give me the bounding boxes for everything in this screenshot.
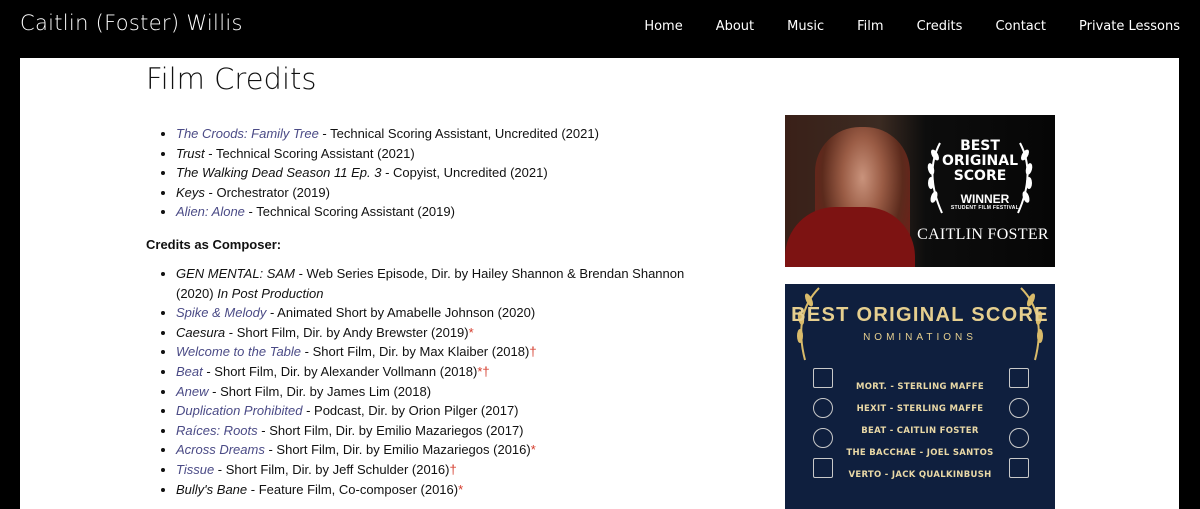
credit-item: The Croods: Family Tree - Technical Scor… [176,124,706,144]
credit-detail: - Short Film, Dir. by Andy Brewster (201… [225,324,469,340]
award-mark: † [529,344,537,360]
credit-detail: - Animated Short by Amabelle Johnson (20… [266,305,536,321]
nominations-image: BEST ORIGINAL SCORE NOMINATIONS MORT. - … [785,284,1055,509]
credit-item: Caesura - Short Film, Dir. by Andy Brews… [176,323,706,343]
best-original-score-text: BEST ORIGINAL SCORE [941,138,1019,184]
winner-text: WINNER STUDENT FILM FESTIVAL [950,192,1020,211]
credit-title-link[interactable]: Raíces: Roots [176,423,258,438]
award-mark: *† [477,363,490,379]
nomination-entry: HEXIT - STERLING MAFFE [856,404,984,414]
credit-title-link[interactable]: Welcome to the Table [176,344,301,359]
camera-icon [1009,458,1029,478]
nav-home[interactable]: Home [644,19,682,34]
nominations-heading: BEST ORIGINAL SCORE [791,304,1049,326]
nomination-entry: THE BACCHAE - JOEL SANTOS [846,448,994,458]
nominations-subheading: NOMINATIONS [863,332,977,343]
credit-item: Duplication Prohibited - Podcast, Dir. b… [176,401,706,421]
credit-title: Trust [176,145,205,161]
film-icons-right [1009,368,1031,488]
film-strip-icon [1009,368,1029,388]
credit-item: GEN MENTAL: SAM - Web Series Episode, Di… [176,264,706,303]
credit-title: The Walking Dead Season 11 Ep. 3 [176,165,382,181]
film-reel-icon [813,398,833,418]
credit-item: Keys - Orchestrator (2019) [176,183,706,203]
credits-column: The Croods: Family Tree - Technical Scor… [146,124,706,499]
credit-title-link[interactable]: Duplication Prohibited [176,403,302,418]
page-title: Film Credits [146,62,317,96]
credit-title: Caesura [176,324,226,340]
credit-item: Across Dreams - Short Film, Dir. by Emil… [176,440,706,460]
nav-private-lessons[interactable]: Private Lessons [1079,19,1180,34]
credit-status: In Post Production [217,285,324,301]
credit-title-link[interactable]: Beat [176,364,203,379]
nav-contact[interactable]: Contact [995,19,1046,34]
credit-item: Spike & Melody - Animated Short by Amabe… [176,303,706,323]
nav-about[interactable]: About [716,19,754,34]
nominations-list: MORT. - STERLING MAFFE HEXIT - STERLING … [840,376,1000,486]
composer-heading: Credits as Composer: [146,236,282,252]
site-header: Caitlin (Foster) Willis Home About Music… [0,0,1200,52]
composer-credits-list: GEN MENTAL: SAM - Web Series Episode, Di… [146,264,706,499]
credit-detail: - Technical Scoring Assistant (2019) [244,204,455,220]
camera-icon [813,458,833,478]
film-icons-left [813,368,835,488]
award-mark: † [449,461,457,477]
credit-item: Bully's Bane - Feature Film, Co-composer… [176,480,706,500]
award-name: CAITLIN FOSTER [917,226,1049,243]
nav-credits[interactable]: Credits [917,19,963,34]
credit-title: GEN MENTAL: SAM [176,265,295,281]
credit-item: Trust - Technical Scoring Assistant (202… [176,144,706,164]
credit-detail: - Short Film, Dir. by Jeff Schulder (201… [214,461,450,477]
credit-detail: - Technical Scoring Assistant, Uncredite… [318,126,599,141]
credit-detail: - Feature Film, Co-composer (2016) [247,481,459,497]
credit-title: Keys [176,184,205,200]
content-area: Film Credits The Croods: Family Tree - T… [20,58,1179,509]
nomination-entry: VERTO - JACK QUALKINBUSH [848,470,992,480]
nomination-entry: BEAT - CAITLIN FOSTER [861,426,979,436]
globe-icon [813,428,833,448]
credit-detail: - Technical Scoring Assistant (2021) [204,145,415,161]
credit-detail: - Short Film, Dir. by James Lim (2018) [208,383,432,399]
film-reel-icon [1009,398,1029,418]
credit-detail: - Podcast, Dir. by Orion Pilger (2017) [302,403,519,419]
credit-detail: - Short Film, Dir. by Emilio Mazariegos … [264,442,531,458]
credit-detail: - Orchestrator (2019) [204,184,330,200]
award-mark: * [458,481,464,497]
credit-title-link[interactable]: Across Dreams [176,442,265,457]
credit-item: Tissue - Short Film, Dir. by Jeff Schuld… [176,460,706,480]
credit-title-link[interactable]: Alien: Alone [176,204,245,219]
credit-detail: - Short Film, Dir. by Alexander Vollmann… [202,363,478,379]
credit-item: Welcome to the Table - Short Film, Dir. … [176,342,706,362]
credit-detail: - Short Film, Dir. by Max Klaiber (2018) [301,344,530,360]
credit-detail: - Short Film, Dir. by Emilio Mazariegos … [257,422,524,438]
credit-item: The Walking Dead Season 11 Ep. 3 - Copyi… [176,163,706,183]
film-strip-icon [813,368,833,388]
nomination-entry: MORT. - STERLING MAFFE [856,382,984,392]
credit-title-link[interactable]: Tissue [176,462,214,477]
award-mark: * [468,324,474,340]
award-mark: * [530,442,536,458]
site-brand[interactable]: Caitlin (Foster) Willis [20,11,243,35]
credit-item: Beat - Short Film, Dir. by Alexander Vol… [176,362,706,382]
credit-item: Alien: Alone - Technical Scoring Assista… [176,202,706,222]
credit-detail: - Copyist, Uncredited (2021) [381,165,548,181]
credit-title-link[interactable]: Spike & Melody [176,305,266,320]
globe-icon [1009,428,1029,448]
credit-title: Bully's Bane [176,481,248,497]
credit-item: Raíces: Roots - Short Film, Dir. by Emil… [176,421,706,441]
credit-item: Anew - Short Film, Dir. by James Lim (20… [176,382,706,402]
nav-music[interactable]: Music [787,19,824,34]
main-nav: Home About Music Film Credits Contact Pr… [644,0,1200,52]
credits-list: The Croods: Family Tree - Technical Scor… [146,124,706,222]
credit-title-link[interactable]: The Croods: Family Tree [176,126,319,141]
credit-title-link[interactable]: Anew [176,384,209,399]
award-winner-image: BEST ORIGINAL SCORE WINNER STUDENT FILM … [785,115,1055,267]
nav-film[interactable]: Film [857,19,883,34]
